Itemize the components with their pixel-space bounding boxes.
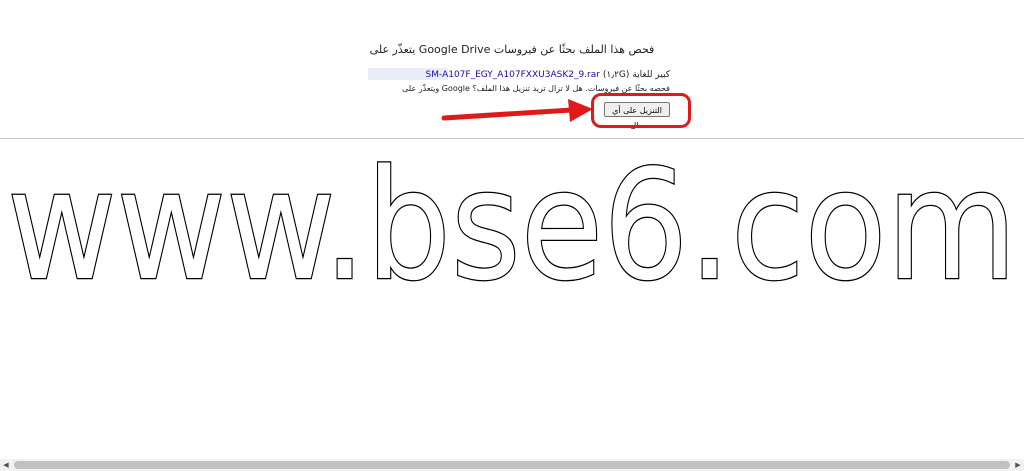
download-anyway-button[interactable]: التنزيل على أي حال (604, 102, 670, 130)
file-name-link[interactable]: SM-A107F_EGY_A107FXXU3ASK2_9.rar (426, 70, 600, 80)
warning-text: فحصه بحثًا عن فيروسات. هل لا تزال تريد ت… (402, 84, 670, 93)
watermark-logo: www.bse6.com (6, 150, 1019, 300)
file-label: كبير للغاية (632, 70, 670, 80)
warning-title: فحص هذا الملف بحثًا عن فيروسات Google Dr… (369, 43, 655, 56)
red-arrow-icon (441, 99, 593, 122)
page: فحص هذا الملف بحثًا عن فيروسات Google Dr… (0, 0, 1024, 471)
virus-scan-warning: فحص هذا الملف بحثًا عن فيروسات Google Dr… (0, 0, 1024, 138)
file-info-line: كبير للغاية (١٫٢G) SM-A107F_EGY_A107FXXU… (320, 70, 670, 80)
scrollbar-thumb[interactable] (14, 461, 1010, 469)
watermark-text: www.bse6.com (7, 150, 1017, 300)
scroll-left-arrow-icon[interactable]: ◀ (0, 459, 12, 471)
file-size: (١٫٢G) (602, 70, 630, 80)
horizontal-scrollbar[interactable]: ◀ ▶ (0, 459, 1024, 471)
scroll-right-arrow-icon[interactable]: ▶ (1012, 459, 1024, 471)
divider (0, 138, 1024, 139)
